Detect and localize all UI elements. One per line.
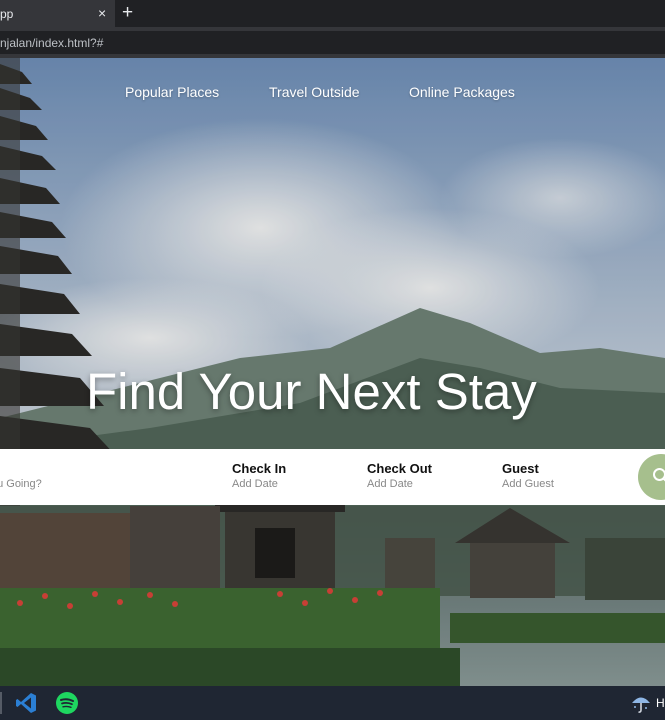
- check-in-hint: Add Date: [232, 478, 278, 490]
- hero-headline: Find Your Next Stay: [86, 363, 537, 420]
- taskbar-divider: [0, 692, 2, 714]
- guest-field[interactable]: Guest Add Guest: [502, 461, 554, 490]
- spotify-icon[interactable]: [55, 691, 79, 715]
- check-in-label: Check In: [232, 461, 287, 476]
- url-text: njalan/index.html?#: [0, 36, 104, 50]
- top-nav: Popular Places Travel Outside Online Pac…: [0, 84, 665, 104]
- nav-link-online-packages[interactable]: Online Packages: [409, 84, 515, 100]
- nav-link-popular-places[interactable]: Popular Places: [125, 84, 219, 100]
- search-bar: ion re You Going? Check In Add Date Chec…: [0, 449, 665, 505]
- location-label: ion: [0, 461, 42, 476]
- vscode-icon[interactable]: [14, 691, 38, 715]
- umbrella-icon[interactable]: [630, 692, 652, 714]
- search-button[interactable]: [638, 454, 665, 500]
- search-icon: [653, 468, 665, 482]
- nav-link-travel-outside[interactable]: Travel Outside: [269, 84, 360, 100]
- page-viewport: Popular Places Travel Outside Online Pac…: [0, 58, 665, 686]
- browser-tab[interactable]: pp ×: [0, 0, 115, 27]
- guest-label: Guest: [502, 461, 539, 476]
- close-tab-icon[interactable]: ×: [98, 5, 106, 21]
- address-bar: njalan/index.html?#: [0, 27, 665, 58]
- url-input[interactable]: njalan/index.html?#: [0, 31, 665, 54]
- weather-text: H: [656, 696, 665, 710]
- os-taskbar: H: [0, 686, 665, 720]
- new-tab-button[interactable]: +: [122, 2, 133, 24]
- check-in-field[interactable]: Check In Add Date: [232, 461, 286, 490]
- location-hint: re You Going?: [0, 478, 42, 490]
- location-field[interactable]: ion re You Going?: [0, 461, 42, 490]
- check-out-label: Check Out: [367, 461, 433, 476]
- check-out-hint: Add Date: [367, 478, 413, 490]
- browser-tab-bar: pp × +: [0, 0, 665, 27]
- check-out-field[interactable]: Check Out Add Date: [367, 461, 432, 490]
- guest-hint: Add Guest: [502, 478, 554, 490]
- tab-title: pp: [0, 7, 14, 21]
